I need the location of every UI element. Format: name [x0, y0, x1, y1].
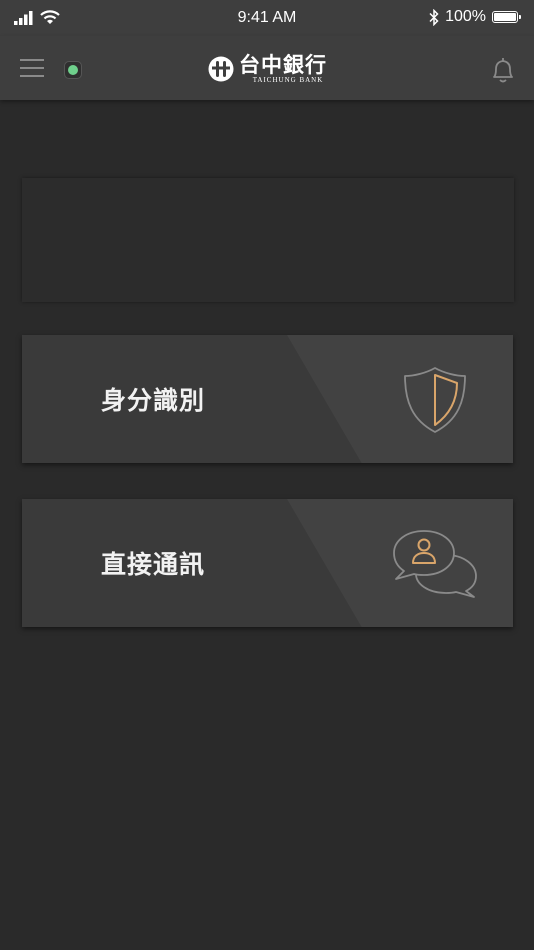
bank-logo-mark-icon [208, 56, 234, 82]
logo-english-name: TAICHUNG BANK [252, 75, 324, 84]
bank-logo: 台中銀行 TAICHUNG BANK [208, 52, 327, 86]
bluetooth-icon [429, 8, 439, 26]
bell-icon[interactable] [490, 56, 516, 84]
identity-verification-card[interactable]: 身分識別 [22, 335, 513, 463]
connection-status-indicator [64, 61, 82, 79]
battery-icon [492, 11, 521, 23]
chat-user-icon [393, 530, 477, 598]
status-right: 100% [429, 8, 521, 26]
card-label: 身分識別 [101, 386, 206, 415]
nav-bar: 台中銀行 TAICHUNG BANK [0, 36, 534, 100]
banner-area [22, 178, 514, 302]
direct-communication-card[interactable]: 直接通訊 [22, 499, 513, 627]
menu-icon[interactable] [20, 58, 46, 78]
battery-percentage: 100% [445, 8, 486, 25]
card-accent-panel [287, 335, 513, 463]
status-dot [68, 65, 78, 75]
shield-icon [404, 367, 466, 433]
card-label: 直接通訊 [101, 550, 206, 579]
logo-chinese-name: 台中銀行 [239, 51, 327, 77]
status-bar: 9:41 AM 100% [0, 0, 534, 36]
